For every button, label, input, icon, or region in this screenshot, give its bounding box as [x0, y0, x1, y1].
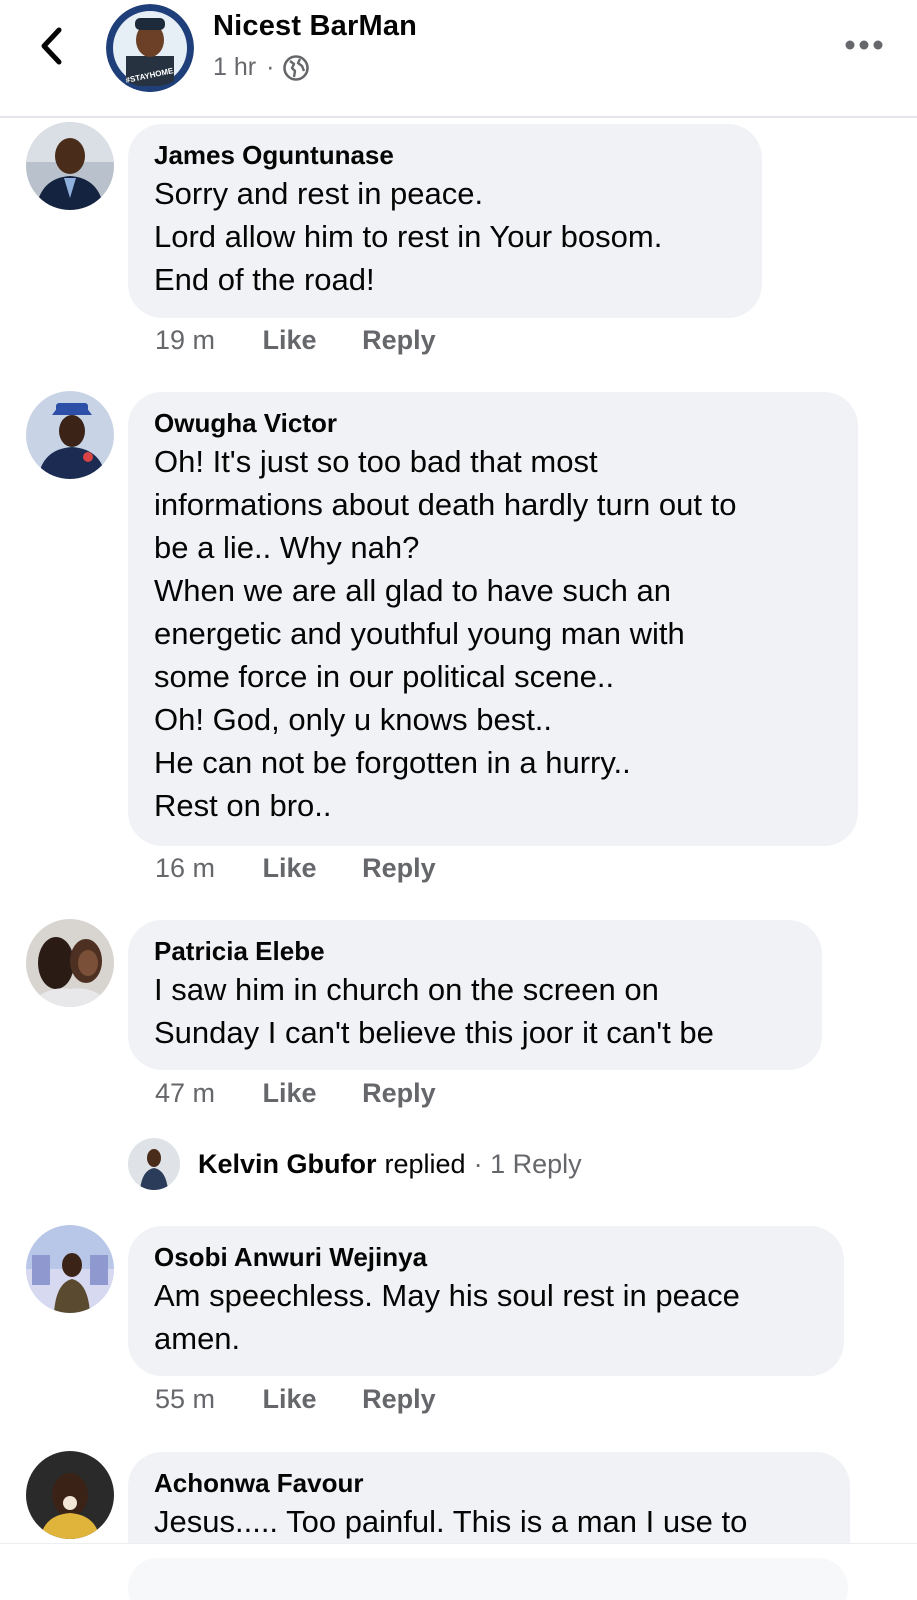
comment-bubble[interactable]: Patricia Elebe I saw him in church on th…: [128, 920, 822, 1070]
like-button[interactable]: Like: [263, 853, 317, 884]
poster-name[interactable]: Nicest BarMan: [213, 10, 417, 43]
commenter-avatar[interactable]: [26, 122, 114, 210]
comment-text: Oh! It's just so too bad that most infor…: [154, 444, 737, 823]
comment-bubble[interactable]: James Oguntunase Sorry and rest in peace…: [128, 124, 762, 318]
like-button[interactable]: Like: [263, 1384, 317, 1415]
globe-icon: [283, 54, 310, 81]
reply-count[interactable]: · 1 Reply: [474, 1149, 582, 1180]
commenter-avatar[interactable]: [26, 1451, 114, 1539]
commenter-avatar[interactable]: [26, 919, 114, 1007]
replied-label: replied: [384, 1148, 466, 1179]
comment-input[interactable]: [128, 1558, 848, 1600]
comment-author[interactable]: Achonwa Favour: [154, 1466, 824, 1500]
like-button[interactable]: Like: [263, 325, 317, 356]
comment-actions: 16 m Like Reply: [155, 853, 436, 884]
reply-button[interactable]: Reply: [362, 853, 436, 884]
more-options-button[interactable]: [841, 30, 887, 60]
reply-button[interactable]: Reply: [362, 1078, 436, 1109]
comment-time[interactable]: 16 m: [155, 853, 215, 884]
comment-author[interactable]: James Oguntunase: [154, 138, 736, 172]
comment-text: I saw him in church on the screen on Sun…: [154, 972, 714, 1050]
back-button[interactable]: [30, 24, 74, 68]
comment-author[interactable]: Patricia Elebe: [154, 934, 796, 968]
comment-bubble[interactable]: Osobi Anwuri Wejinya Am speechless. May …: [128, 1226, 844, 1376]
chevron-left-icon: [41, 27, 62, 65]
comment-author[interactable]: Owugha Victor: [154, 406, 832, 440]
replier-avatar: [128, 1138, 180, 1190]
view-replies-link[interactable]: Kelvin Gbufor replied · 1 Reply: [128, 1138, 582, 1190]
like-button[interactable]: Like: [263, 1078, 317, 1109]
meta-separator: ·: [266, 53, 275, 81]
comment-actions: 55 m Like Reply: [155, 1384, 436, 1415]
comment-bubble[interactable]: Owugha Victor Oh! It's just so too bad t…: [128, 392, 858, 846]
comment-time[interactable]: 19 m: [155, 325, 215, 356]
post-time[interactable]: 1 hr: [213, 53, 256, 82]
comment-text: Sorry and rest in peace. Lord allow him …: [154, 176, 663, 297]
poster-avatar[interactable]: #STAYHOME: [106, 4, 194, 92]
comment-actions: 19 m Like Reply: [155, 325, 436, 356]
reply-button[interactable]: Reply: [362, 1384, 436, 1415]
comment-input-bar: [0, 1543, 917, 1600]
comment-actions: 47 m Like Reply: [155, 1078, 436, 1109]
comment-time[interactable]: 47 m: [155, 1078, 215, 1109]
reply-button[interactable]: Reply: [362, 325, 436, 356]
comment-author[interactable]: Osobi Anwuri Wejinya: [154, 1240, 818, 1274]
post-meta: 1 hr ·: [213, 53, 310, 82]
more-horizontal-icon: [845, 40, 883, 50]
comment-text: Am speechless. May his soul rest in peac…: [154, 1278, 740, 1356]
post-comments-page: #STAYHOME Nicest BarMan 1 hr · James Ogu…: [0, 0, 917, 1600]
replier-name[interactable]: Kelvin Gbufor: [198, 1149, 377, 1180]
commenter-avatar[interactable]: [26, 391, 114, 479]
comment-time[interactable]: 55 m: [155, 1384, 215, 1415]
commenter-avatar[interactable]: [26, 1225, 114, 1313]
post-header: #STAYHOME Nicest BarMan 1 hr ·: [0, 0, 917, 118]
comment-text: Jesus..... Too painful. This is a man I …: [154, 1504, 748, 1539]
